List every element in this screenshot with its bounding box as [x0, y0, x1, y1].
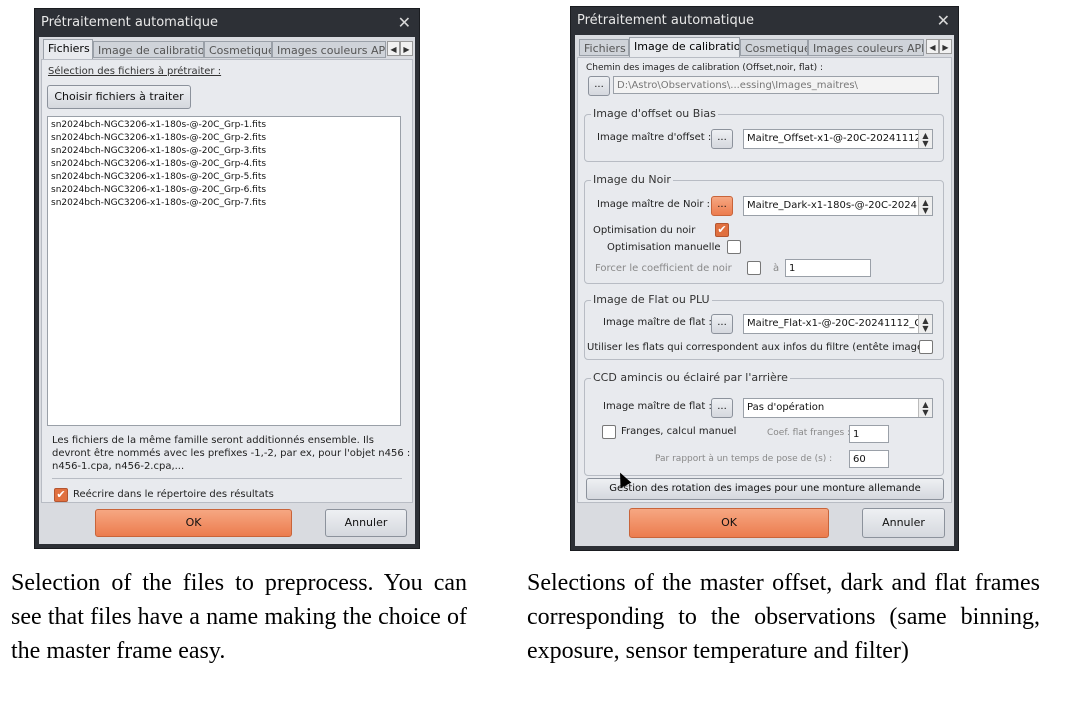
flat-browse-button[interactable]: ... — [711, 314, 733, 334]
list-item[interactable]: sn2024bch-NGC3206-x1-180s-@-20C_Grp-1.fi… — [51, 119, 397, 132]
list-item[interactable]: sn2024bch-NGC3206-x1-180s-@-20C_Grp-5.fi… — [51, 171, 397, 184]
exposure-field[interactable]: 60 — [849, 450, 889, 468]
tab-cosmetique[interactable]: Cosmetique — [740, 39, 808, 56]
rewrite-label: Reécrire dans le répertoire des résultat… — [73, 489, 274, 500]
list-item[interactable]: sn2024bch-NGC3206-x1-180s-@-20C_Grp-3.fi… — [51, 145, 397, 158]
right-dialog-body: Fichiers Image de calibration Cosmetique… — [575, 35, 954, 546]
ccd-flat-select[interactable]: Pas d'opération ▲ ▼ — [743, 398, 933, 418]
dark-select[interactable]: Maitre_Dark-x1-180s-@-20C-2024 ▲ ▼ — [743, 196, 933, 216]
flat-group: Image de Flat ou PLU Image maître de fla… — [584, 293, 944, 360]
right-tabs: Fichiers Image de calibration Cosmetique… — [577, 37, 952, 57]
force-coef-checkbox[interactable] — [747, 261, 761, 275]
flat-filter-checkbox[interactable] — [919, 340, 933, 354]
dark-optimization-label: Optimisation du noir — [593, 225, 696, 236]
dark-optimization-checkbox[interactable]: ✔ — [715, 223, 729, 237]
manual-optimization-checkbox[interactable] — [727, 240, 741, 254]
left-dialog-body: Fichiers Image de calibration Cosmetique… — [39, 37, 415, 544]
left-tabs: Fichiers Image de calibration Cosmetique… — [41, 39, 413, 59]
divider — [52, 478, 402, 479]
force-coef-label: Forcer le coefficient de noir — [595, 263, 732, 274]
cancel-button[interactable]: Annuler — [862, 508, 945, 538]
close-icon[interactable]: ✕ — [398, 9, 411, 37]
tab-scroll-left-icon[interactable]: ◀ — [387, 41, 400, 56]
dark-select-value: Maitre_Dark-x1-180s-@-20C-2024 — [747, 200, 918, 211]
tab-image-calibration[interactable]: Image de calibration — [93, 41, 204, 58]
left-titlebar: Prétraitement automatique ✕ — [35, 9, 419, 37]
list-item[interactable]: sn2024bch-NGC3206-x1-180s-@-20C_Grp-6.fi… — [51, 184, 397, 197]
dark-group: Image du Noir Image maître de Noir : ...… — [584, 173, 944, 284]
tab-fichiers[interactable]: Fichiers — [579, 39, 629, 56]
left-dialog: Prétraitement automatique ✕ Fichiers Ima… — [34, 8, 420, 549]
ccd-flat-browse-button[interactable]: ... — [711, 398, 733, 418]
file-list[interactable]: sn2024bch-NGC3206-x1-180s-@-20C_Grp-1.fi… — [47, 116, 401, 426]
chevron-down-icon[interactable]: ▲ ▼ — [918, 399, 932, 417]
force-a-label: à — [773, 263, 780, 274]
spin-arrows-icon[interactable]: ▲ ▼ — [918, 130, 932, 148]
exposure-label: Par rapport à un temps de pose de (s) : — [655, 454, 833, 464]
tab-image-calibration[interactable]: Image de calibration — [629, 37, 740, 57]
offset-select-value: Maitre_Offset-x1-@-20C-20241112 — [747, 133, 921, 144]
info-line-2: devront être nommés avec les prefixes -1… — [52, 448, 411, 459]
path-field[interactable]: D:\Astro\Observations\...essing\Images_m… — [613, 76, 939, 94]
right-caption: Selections of the master offset, dark an… — [527, 570, 1040, 664]
ccd-group: CCD amincis ou éclairé par l'arrière Ima… — [584, 371, 944, 476]
dark-group-label: Image du Noir — [591, 173, 673, 186]
dark-browse-button[interactable]: ... — [711, 196, 733, 216]
ccd-group-label: CCD amincis ou éclairé par l'arrière — [591, 371, 790, 384]
flat-group-label: Image de Flat ou PLU — [591, 293, 712, 306]
flat-select-value: Maitre_Flat-x1-@-20C-20241112_G — [747, 318, 923, 329]
cancel-button[interactable]: Annuler — [325, 509, 407, 537]
tab-scroll-right-icon[interactable]: ▶ — [400, 41, 413, 56]
ok-button[interactable]: OK — [95, 509, 292, 537]
tab-cosmetique[interactable]: Cosmetique — [204, 41, 272, 58]
flat-select[interactable]: Maitre_Flat-x1-@-20C-20241112_G ▲ ▼ — [743, 314, 933, 334]
manual-optimization-label: Optimisation manuelle — [607, 242, 721, 253]
offset-select[interactable]: Maitre_Offset-x1-@-20C-20241112 ▲ ▼ — [743, 129, 933, 149]
path-label: Chemin des images de calibration (Offset… — [586, 63, 824, 73]
ccd-flat-select-value: Pas d'opération — [747, 402, 825, 413]
right-titlebar: Prétraitement automatique ✕ — [571, 7, 958, 35]
left-dialog-title: Prétraitement automatique — [41, 15, 218, 30]
offset-group-label: Image d'offset ou Bias — [591, 107, 718, 120]
force-coef-field[interactable]: 1 — [785, 259, 871, 277]
tab-scroll-left-icon[interactable]: ◀ — [926, 39, 939, 54]
rewrite-checkbox[interactable]: ✔ — [54, 488, 68, 502]
offset-group: Image d'offset ou Bias Image maître d'of… — [584, 107, 944, 162]
list-item[interactable]: sn2024bch-NGC3206-x1-180s-@-20C_Grp-2.fi… — [51, 132, 397, 145]
tab-fichiers[interactable]: Fichiers — [43, 39, 93, 59]
file-selection-link[interactable]: Sélection des fichiers à prétraiter : — [48, 66, 221, 77]
spin-arrows-icon[interactable]: ▲ ▼ — [918, 197, 932, 215]
right-dialog: Prétraitement automatique ✕ Fichiers Ima… — [570, 6, 959, 551]
ok-button[interactable]: OK — [629, 508, 829, 538]
flat-filter-label: Utiliser les flats qui correspondent aux… — [587, 342, 928, 353]
tab-scroll-right-icon[interactable]: ▶ — [939, 39, 952, 54]
tab-images-couleurs[interactable]: Images couleurs APN — [272, 41, 386, 58]
info-line-3: n456-1.cpa, n456-2.cpa,... — [52, 461, 185, 472]
list-item[interactable]: sn2024bch-NGC3206-x1-180s-@-20C_Grp-7.fi… — [51, 197, 397, 210]
fringes-checkbox[interactable] — [602, 425, 616, 439]
dark-label: Image maître de Noir : — [597, 199, 711, 210]
flat-label: Image maître de flat : — [603, 317, 712, 328]
coef-field[interactable]: 1 — [849, 425, 889, 443]
choose-files-button[interactable]: Choisir fichiers à traiter — [47, 85, 191, 109]
close-icon[interactable]: ✕ — [937, 7, 950, 35]
coef-label: Coef. flat franges : — [767, 428, 851, 438]
info-line-1: Les fichiers de la même famille seront a… — [52, 435, 374, 446]
fringes-label: Franges, calcul manuel — [621, 426, 737, 437]
path-browse-button[interactable]: ... — [588, 76, 610, 96]
right-panel: Chemin des images de calibration (Offset… — [577, 57, 952, 503]
ccd-flat-label: Image maître de flat : — [603, 401, 712, 412]
tab-images-couleurs[interactable]: Images couleurs APN — [808, 39, 924, 56]
offset-browse-button[interactable]: ... — [711, 129, 733, 149]
right-dialog-title: Prétraitement automatique — [577, 13, 754, 28]
spin-arrows-icon[interactable]: ▲ ▼ — [918, 315, 932, 333]
left-caption: Selection of the files to preprocess. Yo… — [11, 570, 467, 664]
offset-label: Image maître d'offset : — [597, 132, 712, 143]
rotation-management-button[interactable]: Gestion des rotation des images pour une… — [586, 478, 944, 500]
list-item[interactable]: sn2024bch-NGC3206-x1-180s-@-20C_Grp-4.fi… — [51, 158, 397, 171]
left-panel: Sélection des fichiers à prétraiter : Ch… — [41, 59, 413, 503]
